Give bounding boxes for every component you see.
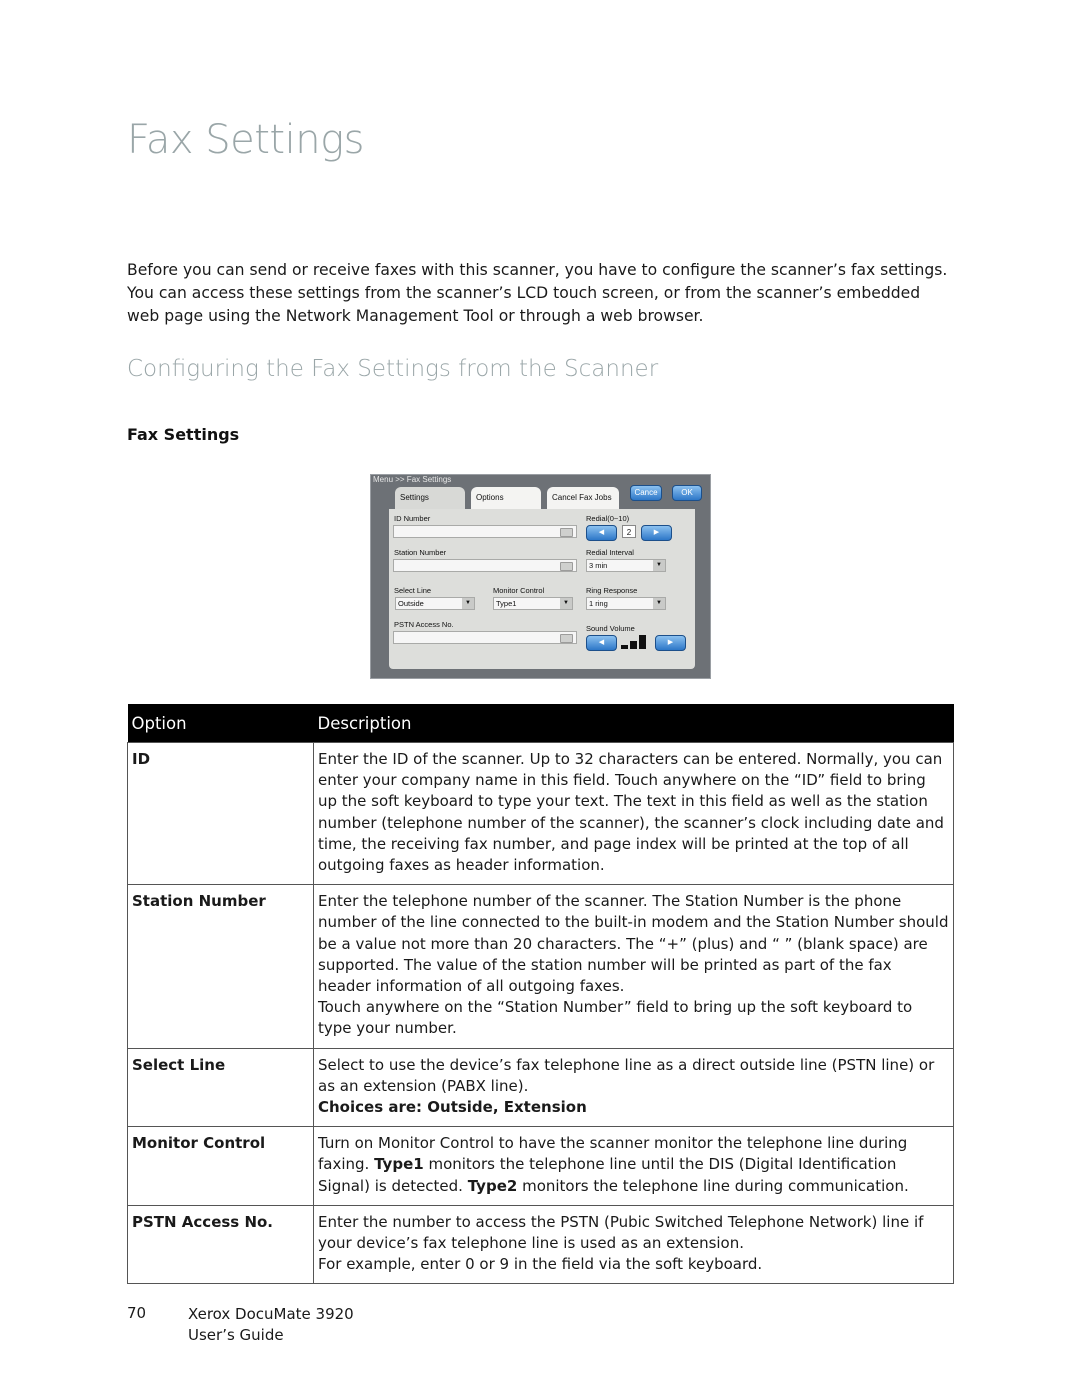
description-text: Touch anywhere on the “Station Number” f… xyxy=(318,998,913,1038)
right-arrow-icon: ▶ xyxy=(667,639,674,646)
id-number-label: ID Number xyxy=(394,514,431,523)
volume-bar-1 xyxy=(621,645,628,649)
volume-decrease-button[interactable]: ◀ xyxy=(586,635,617,651)
type2-label: Type2 xyxy=(467,1176,518,1195)
options-table: Option Description ID Enter the ID of th… xyxy=(127,704,954,1285)
description-text: Enter the ID of the scanner. Up to 32 ch… xyxy=(318,750,944,875)
header-option: Option xyxy=(127,704,314,743)
monitor-control-select[interactable]: Type1 ▼ xyxy=(493,597,573,610)
lcd-tab-options[interactable]: Options xyxy=(471,487,541,509)
monitor-control-value: Type1 xyxy=(496,599,517,608)
ring-response-label: Ring Response xyxy=(586,586,638,595)
description-text: For example, enter 0 or 9 in the field v… xyxy=(318,1255,763,1274)
description-cell: Enter the telephone number of the scanne… xyxy=(313,884,954,1049)
redial-decrease-button[interactable]: ◀ xyxy=(586,525,617,541)
station-number-label: Station Number xyxy=(394,548,447,557)
lcd-ok-button[interactable]: OK xyxy=(672,485,702,501)
section-title: Configuring the Fax Settings from the Sc… xyxy=(127,356,659,382)
dropdown-arrow-icon: ▼ xyxy=(653,560,665,571)
description-cell: Select to use the device’s fax telephone… xyxy=(313,1047,954,1128)
keyboard-icon xyxy=(560,634,573,643)
table-row: ID Enter the ID of the scanner. Up to 32… xyxy=(127,741,954,886)
page-title: Fax Settings xyxy=(127,117,364,163)
description-cell: Turn on Monitor Control to have the scan… xyxy=(313,1126,954,1206)
select-line-value: Outside xyxy=(398,599,424,608)
redial-label: Redial(0~10) xyxy=(586,514,630,523)
footer-doc-subtitle: User’s Guide xyxy=(188,1326,284,1344)
volume-bar-2 xyxy=(630,641,637,649)
option-cell: PSTN Access No. xyxy=(127,1204,314,1285)
station-number-field[interactable] xyxy=(393,559,577,572)
description-text: monitors the telephone line during commu… xyxy=(517,1176,909,1195)
description-text: Enter the number to access the PSTN (Pub… xyxy=(318,1212,924,1253)
table-row: PSTN Access No. Enter the number to acce… xyxy=(127,1204,954,1285)
intro-paragraph: Before you can send or receive faxes wit… xyxy=(127,261,948,325)
keyboard-icon xyxy=(560,562,573,571)
dropdown-arrow-icon: ▼ xyxy=(653,598,665,609)
table-row: Monitor Control Turn on Monitor Control … xyxy=(127,1126,954,1206)
description-cell: Enter the number to access the PSTN (Pub… xyxy=(313,1204,954,1285)
lcd-breadcrumb: Menu >> Fax Settings xyxy=(373,475,452,484)
select-line-label: Select Line xyxy=(394,586,432,595)
description-text: Select to use the device’s fax telephone… xyxy=(318,1055,935,1095)
lcd-tab-settings[interactable]: Settings xyxy=(395,487,465,509)
right-arrow-icon: ▶ xyxy=(653,529,660,536)
table-row: Select Line Select to use the device’s f… xyxy=(127,1047,954,1128)
volume-increase-button[interactable]: ▶ xyxy=(655,635,686,651)
monitor-control-label: Monitor Control xyxy=(493,586,545,595)
choices-note: Choices are: Outside, Extension xyxy=(318,1098,587,1117)
ring-response-select[interactable]: 1 ring ▼ xyxy=(586,597,666,610)
lcd-screenshot: Menu >> Fax Settings Settings Options Ca… xyxy=(370,474,711,679)
keyboard-icon xyxy=(560,528,573,537)
footer-document: Xerox DocuMate 3920 User’s Guide xyxy=(188,1304,354,1346)
dropdown-arrow-icon: ▼ xyxy=(560,598,572,609)
redial-value: 2 xyxy=(622,525,636,538)
redial-interval-value: 3 min xyxy=(589,561,608,570)
footer-doc-title: Xerox DocuMate 3920 xyxy=(188,1305,354,1323)
description-text: Enter the telephone number of the scanne… xyxy=(318,892,949,996)
id-number-field[interactable] xyxy=(393,525,577,538)
pstn-access-field[interactable] xyxy=(393,631,577,644)
select-line-select[interactable]: Outside ▼ xyxy=(395,597,475,610)
pstn-access-label: PSTN Access No. xyxy=(394,620,454,629)
description-cell: Enter the ID of the scanner. Up to 32 ch… xyxy=(313,741,954,886)
lcd-cancel-button[interactable]: Cance xyxy=(630,485,662,501)
sub-title: Fax Settings xyxy=(127,425,240,444)
dropdown-arrow-icon: ▼ xyxy=(462,598,474,609)
lcd-tab-cancel-fax-jobs[interactable]: Cancel Fax Jobs xyxy=(547,487,619,509)
type1-label: Type1 xyxy=(374,1155,424,1174)
volume-bar-3 xyxy=(639,635,646,649)
lcd-settings-panel: ID Number Station Number Redial(0~10) ◀ … xyxy=(389,509,695,669)
table-header-row: Option Description xyxy=(127,704,954,743)
option-cell: Station Number xyxy=(127,884,314,1049)
option-cell: ID xyxy=(127,741,314,886)
left-arrow-icon: ◀ xyxy=(598,529,605,536)
table-row: Station Number Enter the telephone numbe… xyxy=(127,884,954,1049)
redial-interval-label: Redial Interval xyxy=(586,548,634,557)
left-arrow-icon: ◀ xyxy=(598,639,605,646)
option-cell: Select Line xyxy=(127,1047,314,1128)
sound-volume-label: Sound Volume xyxy=(586,624,635,633)
option-cell: Monitor Control xyxy=(127,1126,314,1206)
redial-interval-select[interactable]: 3 min ▼ xyxy=(586,559,666,572)
footer-page-number: 70 xyxy=(127,1304,147,1322)
header-description: Description xyxy=(313,704,954,743)
ring-response-value: 1 ring xyxy=(589,599,608,608)
redial-increase-button[interactable]: ▶ xyxy=(641,525,672,541)
